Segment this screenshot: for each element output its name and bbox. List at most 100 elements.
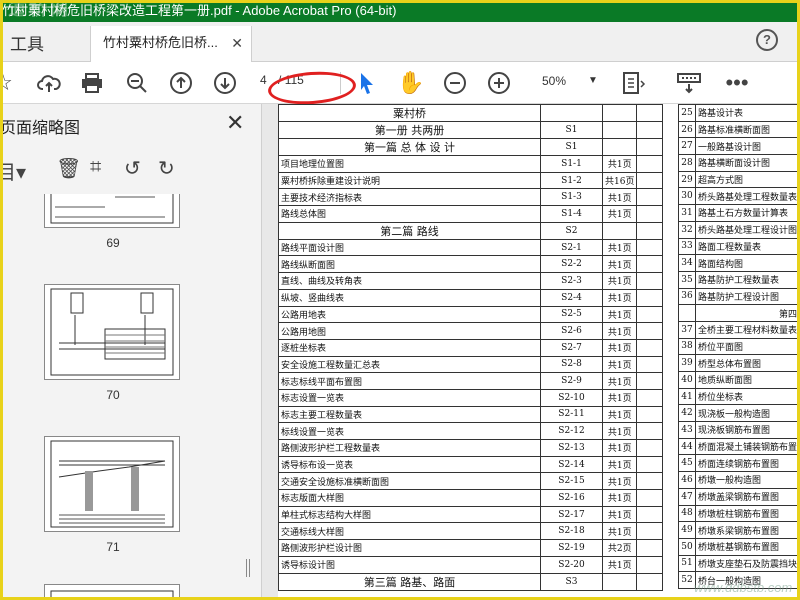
row-title: 桥面连续钢筋布置图: [694, 454, 800, 473]
row-title: 路线平面设计图: [278, 238, 541, 257]
print-icon[interactable]: [77, 68, 107, 98]
table-row: 38 桥位平面图: [678, 337, 800, 356]
row-note: [636, 338, 664, 357]
row-pages: 共1页: [601, 422, 638, 440]
select-arrow-icon[interactable]: [352, 68, 382, 98]
table-row: 第一册 共两册 S1: [278, 121, 664, 139]
close-icon[interactable]: ✕: [226, 110, 244, 136]
row-code: S2-2: [540, 255, 603, 274]
row-title: 公路用地表: [278, 305, 541, 324]
table-row: 37 全桥主要工程材料数量表: [678, 320, 800, 339]
table-row: 第一篇 总 体 设 计 S1: [278, 138, 664, 156]
document-view[interactable]: 粟村桥 第一册 共两册 S1 第一篇 总 体 设 计 S1 项目地理位置图 S1-1 共1页粟…: [262, 104, 800, 600]
table-row: 31 路基土石方数量计算表: [678, 204, 800, 222]
row-pages: 共1页: [601, 522, 638, 541]
plus-circle-icon[interactable]: [484, 68, 514, 98]
thumbnail-page-number: 71: [106, 540, 120, 554]
tab-bar: 工具 竹村粟村桥危旧桥... ✕ ?: [0, 22, 800, 62]
row-title: 路基防护工程设计图: [694, 287, 800, 306]
more-icon[interactable]: •••: [722, 68, 752, 98]
help-icon[interactable]: ?: [756, 29, 778, 51]
upload-cloud-icon[interactable]: [34, 68, 64, 98]
row-number: 43: [678, 421, 696, 439]
crop-icon[interactable]: ⌗: [90, 156, 101, 179]
row-number: 37: [678, 320, 696, 339]
page-thumbnails-panel: 页面缩略图 ✕ 目▾ 🗑 ⌗ ↺ ↻ 69 70 71: [0, 104, 262, 600]
row-title: 第四: [694, 304, 800, 322]
tab-document[interactable]: 竹村粟村桥危旧桥... ✕: [90, 26, 252, 62]
arrow-up-circle-icon[interactable]: [166, 68, 196, 98]
row-title: 桥型总体布置图: [694, 354, 800, 372]
row-title: 第一篇 总 体 设 计: [278, 138, 541, 156]
row-title: 地质纵断面图: [694, 371, 800, 389]
row-title: 标志标线平面布置图: [278, 372, 541, 390]
table-row: 36 路基防护工程设计图: [678, 287, 800, 306]
row-code: S1-1: [540, 155, 603, 173]
table-row: 标线设置一览表 S2-12 共1页: [278, 422, 664, 440]
row-number: 32: [678, 220, 696, 239]
row-title: 主要技术经济指标表: [278, 188, 541, 207]
page-fit-icon[interactable]: [618, 68, 648, 98]
row-number: 42: [678, 404, 696, 423]
thumbnail-page[interactable]: [44, 194, 180, 228]
thumbnail-page[interactable]: [44, 284, 180, 380]
row-number: 49: [678, 521, 696, 539]
table-row: 标志主要工程数量表 S2-11 共1页: [278, 405, 664, 424]
thumbnail-page[interactable]: [44, 436, 180, 532]
row-pages: 共1页: [601, 355, 638, 374]
hand-icon[interactable]: ✋: [396, 68, 426, 98]
row-title: 标线设置一览表: [278, 422, 541, 440]
scroll-mode-icon[interactable]: [674, 68, 704, 98]
redo-icon[interactable]: ↻: [158, 156, 175, 181]
row-code: S3: [540, 572, 603, 591]
page-current-input[interactable]: 4: [260, 73, 267, 87]
panel-resize-handle[interactable]: [246, 559, 250, 577]
row-number: 26: [678, 120, 696, 139]
row-note: [636, 522, 664, 541]
table-row: 粟村桥拆除重建设计说明 S1-2 共16页: [278, 171, 664, 190]
row-note: [636, 272, 664, 290]
row-title: 路侧波形护栏设计图: [278, 539, 541, 557]
thumbnail-page[interactable]: [44, 584, 180, 600]
arrow-down-circle-icon[interactable]: [210, 68, 240, 98]
options-icon[interactable]: 目▾: [0, 156, 26, 185]
row-code: S1-4: [540, 205, 603, 223]
row-title: 第三篇 路基、路面: [278, 572, 541, 591]
table-row: 49 桥墩系梁钢筋布置图: [678, 521, 800, 539]
table-row: 44 桥面混凝土铺装钢筋布置: [678, 437, 800, 456]
row-title: 桥墩盖梁钢筋布置图: [694, 487, 800, 506]
row-title: 桥墩支座垫石及防震挡块: [694, 554, 800, 573]
row-pages: [601, 138, 638, 156]
row-number: 44: [678, 437, 696, 456]
row-code: S1-2: [540, 171, 603, 190]
row-title: 一般路基设计图: [694, 137, 800, 156]
row-title: 路基横断面设计图: [694, 154, 800, 172]
minus-circle-icon[interactable]: [440, 68, 470, 98]
row-note: [636, 305, 664, 324]
tab-tools[interactable]: 工具: [10, 30, 44, 55]
table-row: 纵坡、竖曲线表 S2-4 共1页: [278, 288, 664, 307]
zoom-out-search-icon[interactable]: [122, 68, 152, 98]
table-row: 路线平面设计图 S2-1 共1页: [278, 238, 664, 257]
row-number: 51: [678, 554, 696, 573]
star-icon[interactable]: ☆: [0, 68, 18, 98]
table-row: 32 桥头路基处理工程设计图: [678, 220, 800, 239]
row-note: [636, 372, 664, 390]
close-icon[interactable]: ✕: [231, 26, 243, 60]
row-title: 第一册 共两册: [278, 121, 541, 139]
undo-icon[interactable]: ↺: [124, 156, 141, 181]
row-number: 25: [678, 104, 696, 122]
table-row: 27 一般路基设计图: [678, 137, 800, 156]
row-pages: 共2页: [601, 539, 638, 557]
delete-icon[interactable]: 🗑: [56, 156, 81, 181]
table-row: 30 桥头路基处理工程数量表: [678, 187, 800, 206]
row-note: [636, 205, 664, 223]
row-note: [636, 422, 664, 440]
row-note: [636, 104, 664, 122]
table-row: 47 桥墩盖梁钢筋布置图: [678, 487, 800, 506]
table-row: 51 桥墩支座垫石及防震挡块: [678, 554, 800, 573]
zoom-select[interactable]: 50% ▼: [532, 74, 602, 88]
index-table: 粟村桥 第一册 共两册 S1 第一篇 总 体 设 计 S1 项目地理位置图 S1-1 共1页粟…: [278, 104, 664, 591]
row-note: [636, 355, 664, 374]
site-watermark: 道桥网: [8, 0, 71, 19]
